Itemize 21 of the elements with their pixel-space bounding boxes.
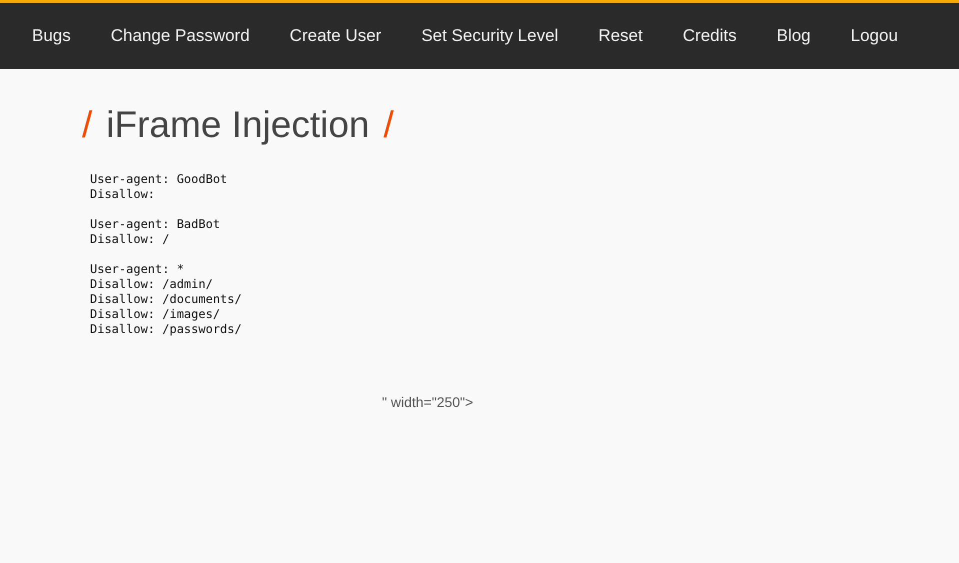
- menu-link[interactable]: Reset: [598, 23, 643, 49]
- menu-link[interactable]: Blog: [776, 23, 811, 49]
- menu-link[interactable]: Bugs: [32, 23, 71, 49]
- robots-line: User-agent: *: [90, 262, 184, 277]
- menu-link[interactable]: Logou: [850, 23, 898, 49]
- robots-line: Disallow:: [90, 186, 156, 202]
- menu-link[interactable]: Create User: [290, 23, 382, 49]
- robots-line: Disallow: /passwords/: [90, 322, 242, 337]
- menu-link[interactable]: Credits: [682, 23, 737, 49]
- robots-line: Disallow: /admin/: [90, 276, 213, 292]
- stray-text: " width="250">: [382, 394, 474, 410]
- menu-link[interactable]: Change Password: [110, 23, 250, 49]
- title-slash: /: [384, 105, 394, 146]
- robots-line: Disallow: /images/: [90, 306, 220, 322]
- robots-line: Disallow: /documents/: [90, 292, 242, 307]
- robots-line: User-agent: BadBot: [90, 216, 220, 232]
- robots-line: User-agent: GoodBot: [90, 172, 228, 187]
- title-slash: /: [82, 105, 92, 146]
- robots-line: Disallow: /: [90, 232, 170, 247]
- page-title: iFrame Injection: [106, 105, 370, 146]
- menu-link[interactable]: Set Security Level: [421, 23, 558, 49]
